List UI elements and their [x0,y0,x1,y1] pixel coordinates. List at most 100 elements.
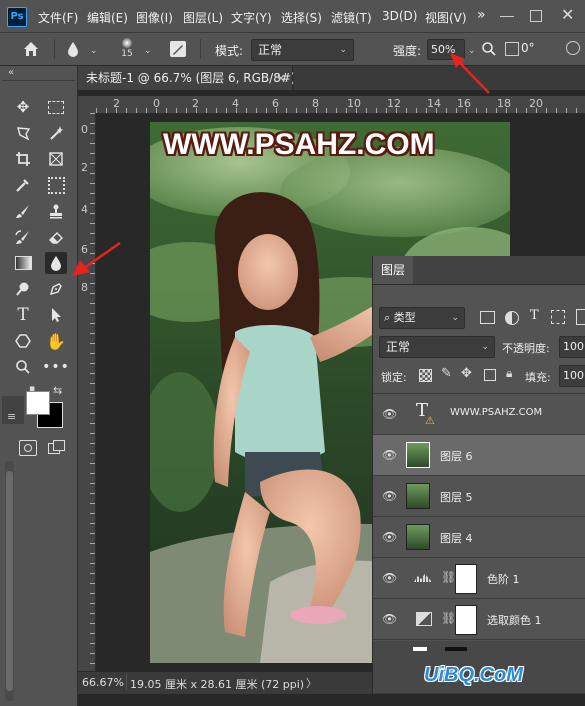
layers-tab[interactable]: 图层 [373,256,413,284]
preset-dropdown-icon[interactable]: ⌄ [90,46,98,56]
lock-all-icon[interactable]: 🔒︎ [506,366,512,381]
swap-colors-icon[interactable]: ⇆ [53,384,62,397]
frame-tool-icon[interactable] [45,148,67,170]
mode-label: 模式: [215,44,244,58]
hand-tool-icon[interactable]: ✋ [45,330,67,352]
type-tool-icon[interactable]: T [12,304,34,326]
ruler-origin[interactable] [78,96,96,113]
menu-file[interactable]: 文件(F) [38,9,78,26]
spot-heal-icon[interactable] [45,174,67,196]
brush-dropdown-icon[interactable]: ⌄ [144,46,152,56]
horizontal-ruler[interactable]: 2 0 2 4 6 8 10 12 14 16 18 20 [96,96,585,114]
link-icon[interactable]: ⛓ [441,611,456,625]
mode-select[interactable]: 正常 ⌄ [251,39,354,61]
minimize-icon[interactable] [500,16,514,17]
status-menu-icon[interactable]: 〉 [306,675,317,691]
layer-row-levels[interactable]: 👁︎ ⛓ 色阶 1 [373,558,585,599]
menu-filter[interactable]: 滤镜(T) [331,9,372,26]
lock-artboard-icon[interactable] [484,369,496,381]
layer-row-image-selected[interactable]: 👁︎ 图层 6 [373,435,585,476]
menu-3d[interactable]: 3D(D) [382,9,417,23]
layer-mask-thumbnail[interactable] [455,605,477,635]
panel-expand-icon[interactable]: ≡ [7,410,16,423]
vertical-ruler[interactable]: 0 2 4 6 8 [78,113,96,673]
collapse-panel-icon[interactable]: « [8,67,14,78]
history-brush-icon[interactable] [12,226,34,248]
brush-tip-icon [122,38,132,48]
filter-pixel-icon[interactable] [480,311,495,324]
dodge-tool-icon[interactable] [12,278,34,300]
brush-size-picker[interactable]: 15 [116,37,138,61]
menu-edit[interactable]: 编辑(E) [87,9,128,26]
toolbar-scrollbar[interactable] [5,461,14,701]
visibility-eye-icon[interactable]: 👁︎ [382,530,397,544]
layer-name: 图层 5 [440,491,473,504]
blur-tool-preset-icon[interactable] [66,41,80,60]
gradient-tool-icon[interactable] [12,252,34,274]
pen-tool-icon[interactable] [45,278,67,300]
screen-mode-icon[interactable] [48,440,65,454]
lock-transparent-icon[interactable] [419,369,432,382]
tools-panel: « ✥ T ✋ ••• ▪ ⇆ ≡ [0,66,78,706]
opacity-input[interactable]: 100 [559,336,585,358]
magic-wand-icon[interactable] [45,122,67,144]
filter-shape-icon[interactable] [551,310,565,324]
path-select-icon[interactable] [45,304,67,326]
shape-tool-icon[interactable] [12,330,34,352]
lock-position-icon[interactable]: ✥ [461,366,472,381]
filter-smart-object-icon[interactable] [576,309,585,325]
zoom-level[interactable]: 66.67% [82,676,124,689]
opacity-label: 不透明度: [502,342,550,355]
layer-row-image[interactable]: 👁︎ 图层 5 [373,476,585,517]
angle-value[interactable]: 0° [521,41,535,55]
lock-pixels-icon[interactable]: ✎ [441,366,452,381]
menu-view[interactable]: 视图(V) [425,9,467,26]
chevron-down-icon: ⌄ [481,342,489,352]
blend-mode-select[interactable]: 正常 ⌄ [379,336,495,358]
filter-type-icon[interactable]: T [530,308,539,323]
filter-adjustment-icon[interactable] [505,311,519,325]
blur-tool-icon[interactable] [45,252,67,274]
visibility-eye-icon[interactable]: 👁︎ [382,612,397,626]
close-window-icon[interactable]: ✕ [561,5,574,24]
link-icon[interactable]: ⛓ [441,570,456,584]
pressure-icon[interactable] [566,41,580,55]
canvas-watermark-text: WWW.PSAHZ.COM [163,128,435,161]
eyedropper-icon[interactable] [12,174,34,196]
quick-mask-icon[interactable] [19,440,37,456]
restore-icon[interactable] [530,10,542,22]
crop-tool-icon[interactable] [12,148,34,170]
brush-tool-icon[interactable] [12,200,34,222]
visibility-eye-icon[interactable]: 👁︎ [382,407,397,421]
layer-filter-select[interactable]: ⌕ 类型 ⌄ [379,307,465,329]
visibility-eye-icon[interactable]: 👁︎ [382,448,397,462]
move-tool-icon[interactable]: ✥ [12,96,34,118]
clone-stamp-icon[interactable] [45,200,67,222]
document-tab-title: 未标题-1 @ 66.7% (图层 6, RGB/8#) * [86,71,306,85]
eraser-icon[interactable] [45,226,67,248]
layer-row-selective-color[interactable]: 👁︎ ⛓ 选取颜色 1 [373,599,585,640]
marquee-tool-icon[interactable] [45,96,67,118]
visibility-eye-icon[interactable]: 👁︎ [382,489,397,503]
angle-icon [505,42,519,56]
layer-row-image[interactable]: 👁︎ 图层 4 [373,517,585,558]
lasso-tool-icon[interactable] [12,122,34,144]
layer-row-text[interactable]: 👁︎ T ⚠ WWW.PSAHZ.COM [373,394,585,435]
ruler-tick: 4 [81,203,88,216]
more-tools-icon[interactable]: ••• [42,356,69,378]
brush-settings-icon[interactable] [170,41,186,57]
menu-layer[interactable]: 图层(L) [183,9,223,26]
menu-more-icon[interactable]: » [477,7,486,23]
document-tab[interactable]: 未标题-1 @ 66.7% (图层 6, RGB/8#) * × [78,66,305,90]
zoom-tool-icon[interactable] [12,356,34,378]
fill-input[interactable]: 100 [559,365,585,387]
menu-select[interactable]: 选择(S) [281,9,322,26]
home-icon[interactable] [22,40,40,58]
menu-image[interactable]: 图像(I) [136,9,173,26]
menu-type[interactable]: 文字(Y) [231,9,272,26]
layer-mask-thumbnail[interactable] [455,564,477,594]
layers-panel-header: 图层 [373,256,585,285]
visibility-eye-icon[interactable]: 👁︎ [382,571,397,585]
foreground-color-swatch[interactable] [26,391,50,415]
close-tab-icon[interactable]: × [276,66,286,90]
